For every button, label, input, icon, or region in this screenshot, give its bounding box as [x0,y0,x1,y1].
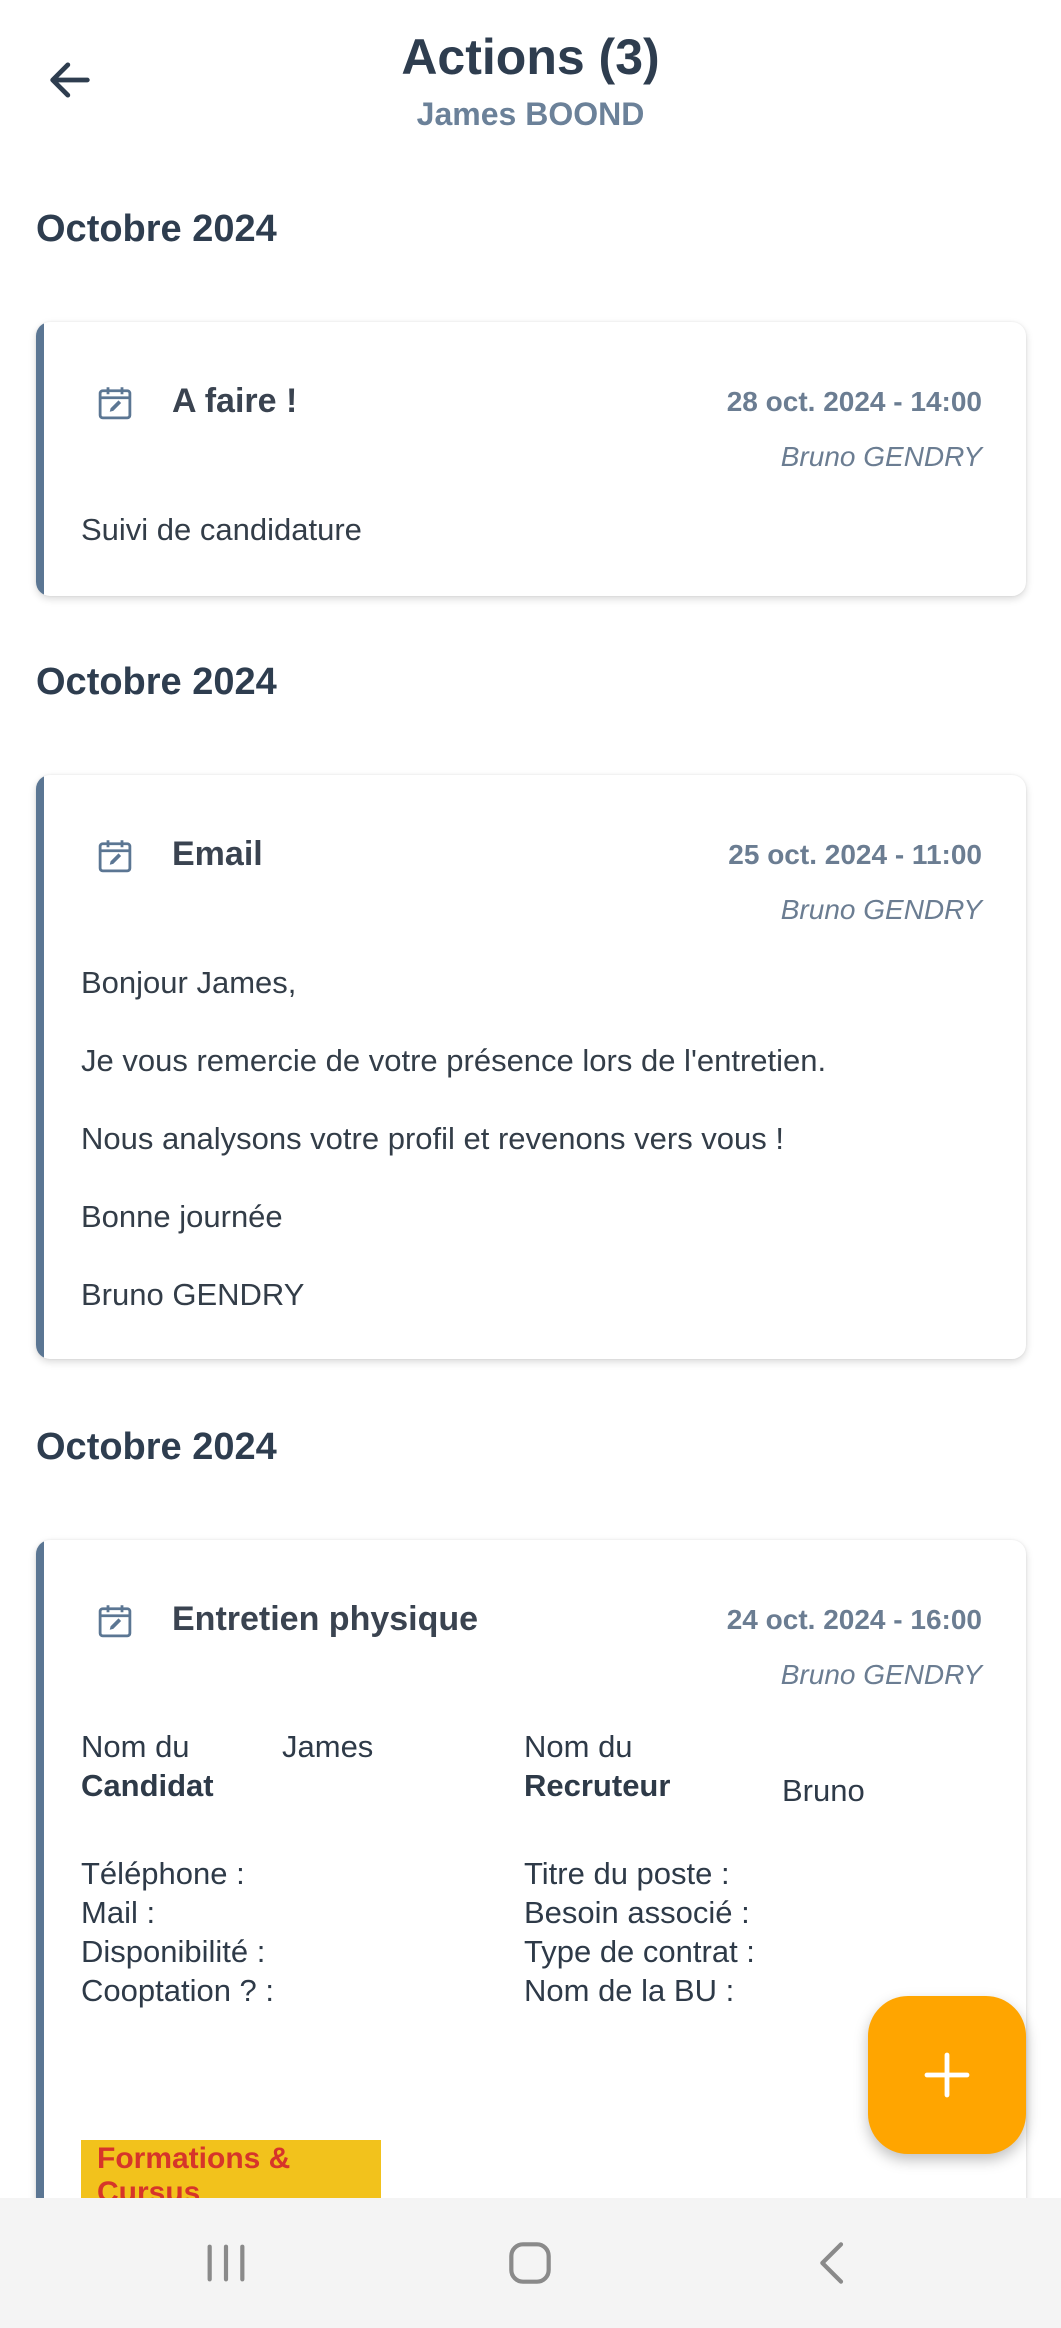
app-header: Actions (3) James BOOND [0,0,1061,150]
calendar-edit-icon [98,1605,132,1638]
action-card[interactable]: Entretien physique 24 oct. 2024 - 16:00 … [36,1540,1026,2300]
field-label: Titre du poste : [524,1856,730,1891]
month-heading: Octobre 2024 [36,661,277,703]
email-line: Bonne journée [81,1199,283,1234]
add-action-button[interactable] [868,1996,1026,2154]
candidate-label: Nom du Candidat [81,1729,214,1803]
action-author: Bruno GENDRY [780,1659,982,1690]
action-type: A faire ! [172,382,298,420]
action-text-line: Suivi de candidature [81,512,362,547]
calendar-edit-icon [98,387,132,420]
plus-icon [924,2052,970,2098]
field-label: Téléphone : [81,1856,245,1891]
action-author: Bruno GENDRY [780,894,982,925]
recent-apps-button[interactable] [166,2218,286,2308]
recruiter-label: Nom du Recruteur [524,1729,671,1803]
nav-back-icon [820,2242,844,2284]
system-nav-bar [0,2198,1061,2328]
recent-apps-icon [207,2244,245,2282]
email-line: Bonjour James, [81,965,297,1000]
month-heading: Octobre 2024 [36,1426,277,1468]
email-line: Je vous remercie de votre présence lors … [81,1043,827,1078]
action-type: Entretien physique [172,1600,479,1638]
field-label: Disponibilité : [81,1934,266,1969]
field-label: Besoin associé : [524,1895,750,1930]
action-type: Email [172,835,263,873]
action-date: 24 oct. 2024 - 16:00 [726,1604,982,1635]
action-date: 25 oct. 2024 - 11:00 [728,839,982,870]
home-button[interactable] [470,2218,590,2308]
month-heading: Octobre 2024 [36,208,277,250]
action-author: Bruno GENDRY [780,441,982,472]
email-signature: Bruno GENDRY [81,1277,305,1312]
page-title: Actions (3) [401,29,660,85]
page-subtitle: James BOOND [416,96,645,132]
action-date: 28 oct. 2024 - 14:00 [726,386,982,417]
field-label: Nom de la BU : [524,1973,735,2008]
action-card[interactable]: A faire ! 28 oct. 2024 - 14:00 Bruno GEN… [36,322,1026,596]
field-label: Cooptation ? : [81,1973,275,2008]
home-icon [509,2242,551,2284]
email-line: Nous analysons votre profil et revenons … [81,1121,785,1156]
calendar-edit-icon [98,840,132,873]
field-label: Mail : [81,1895,156,1930]
recruiter-value: Bruno [782,1773,865,1808]
nav-back-button[interactable] [774,2218,894,2308]
candidate-value: James [282,1729,374,1764]
action-card[interactable]: Email 25 oct. 2024 - 11:00 Bruno GENDRY … [36,775,1026,1359]
field-label: Type de contrat : [524,1934,755,1969]
